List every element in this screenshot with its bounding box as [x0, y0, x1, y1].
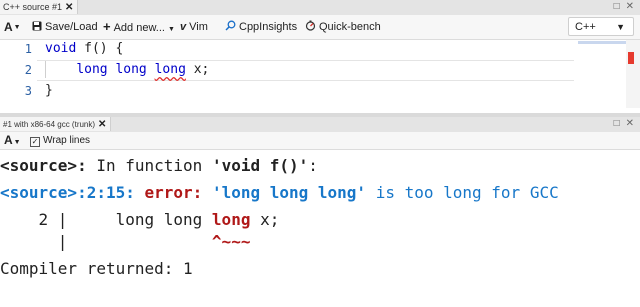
tab-compiler[interactable]: #1 with x86-64 gcc (trunk) ✕: [0, 117, 112, 131]
maximize-icon[interactable]: □: [614, 1, 620, 12]
keyword: long long: [76, 62, 147, 77]
error-label: error:: [144, 183, 203, 202]
code-text: f() {: [76, 41, 124, 56]
output-line-2: <source>:2:15: error: 'long long long' i…: [0, 183, 559, 202]
window-controls: □ ✕: [608, 117, 634, 130]
wrap-lines-label: Wrap lines: [43, 135, 91, 146]
caret-down-icon: ▼: [13, 23, 21, 31]
save-load-label: Save/Load: [45, 21, 98, 33]
add-new-label: Add new...: [113, 22, 165, 34]
cppinsights-button[interactable]: CppInsights: [225, 15, 297, 39]
compiler-tabbar: #1 with x86-64 gcc (trunk) ✕ □ ✕: [0, 117, 640, 133]
font-button-label: A: [4, 133, 13, 147]
close-pane-icon[interactable]: ✕: [626, 1, 634, 12]
code-editor[interactable]: 1 2 3 void f() { long long long x; }: [0, 40, 640, 108]
source-excerpt: 2 | long long: [0, 210, 212, 229]
line-number: 2: [24, 63, 32, 77]
language-value: C++: [575, 21, 596, 33]
output-text: :: [308, 156, 318, 175]
add-new-button[interactable]: + Add new... ▼: [103, 15, 178, 39]
vim-label: Vim: [189, 21, 208, 33]
source-toolbar: A▼ Save/Load + Add new... ▼ v Vim CppInsigh…: [0, 15, 640, 40]
code-line-2: long long long x;: [45, 62, 209, 77]
tab-cpp-source[interactable]: C++ source #1 ✕: [0, 0, 79, 14]
function-name: 'void f()': [211, 156, 309, 175]
vim-button[interactable]: v Vim: [180, 15, 208, 39]
quick-bench-button[interactable]: Quick-bench: [305, 15, 381, 39]
output-toolbar: A▼ ✓ Wrap lines: [0, 132, 640, 150]
quick-bench-label: Quick-bench: [319, 21, 381, 33]
close-icon[interactable]: ✕: [98, 119, 106, 130]
code-line-1: void f() {: [45, 41, 123, 56]
error-message: is too long for GCC: [366, 183, 559, 202]
font-size-button[interactable]: A▼: [4, 15, 21, 39]
error-caret: ^~~~: [211, 232, 251, 251]
cppinsights-label: CppInsights: [239, 21, 298, 33]
source-tabbar: C++ source #1 ✕ □ ✕: [0, 0, 640, 16]
caret-down-icon: ▼: [167, 26, 175, 33]
magnifier-icon: [225, 15, 236, 39]
error-location[interactable]: <source>:2:15:: [0, 183, 135, 202]
caret-down-icon: ▼: [13, 139, 21, 146]
checkbox-checked-icon: ✓: [30, 137, 40, 147]
minimap-viewport[interactable]: [578, 41, 626, 44]
font-button-label: A: [4, 20, 13, 34]
close-icon[interactable]: ✕: [65, 2, 73, 13]
source-excerpt-rest: x;: [250, 210, 280, 229]
source-ref: <source>:: [0, 156, 87, 175]
error-quoted: 'long long long': [211, 183, 367, 202]
error-marker: [628, 52, 634, 64]
vim-icon: v: [180, 21, 187, 33]
plus-icon: +: [103, 19, 111, 34]
stopwatch-icon: [305, 15, 316, 39]
gutter-bar: |: [0, 232, 212, 251]
wrap-lines-toggle[interactable]: ✓ Wrap lines: [30, 132, 90, 149]
output-text: In function: [86, 156, 212, 175]
maximize-icon[interactable]: □: [614, 118, 620, 129]
output-line-1: <source>: In function 'void f()':: [0, 156, 318, 175]
code-text: }: [45, 83, 53, 98]
error-keyword: long: [154, 62, 186, 77]
floppy-disk-icon: [32, 15, 42, 39]
keyword: void: [45, 41, 77, 56]
compiler-output: <source>: In function 'void f()': <sourc…: [0, 152, 640, 307]
code-line-3: }: [45, 83, 53, 98]
editor-scrollbar[interactable]: [626, 40, 640, 108]
window-controls: □ ✕: [608, 0, 634, 13]
output-line-3: 2 | long long long x;: [0, 210, 280, 229]
font-size-button[interactable]: A▼: [4, 132, 21, 151]
line-number: 3: [24, 84, 32, 98]
line-number: 1: [24, 42, 32, 56]
tab-title: #1 with x86-64 gcc (trunk): [3, 120, 96, 129]
code-text: x;: [185, 62, 210, 77]
save-load-button[interactable]: Save/Load: [32, 15, 98, 39]
output-line-4: | ^~~~: [0, 232, 251, 251]
highlighted-token: long: [211, 210, 251, 229]
language-select[interactable]: C++ ▼: [568, 17, 634, 36]
output-line-5: Compiler returned: 1: [0, 259, 193, 278]
tab-title: C++ source #1: [3, 2, 63, 12]
close-pane-icon[interactable]: ✕: [626, 118, 634, 129]
dropdown-arrow-icon: ▼: [616, 22, 625, 32]
